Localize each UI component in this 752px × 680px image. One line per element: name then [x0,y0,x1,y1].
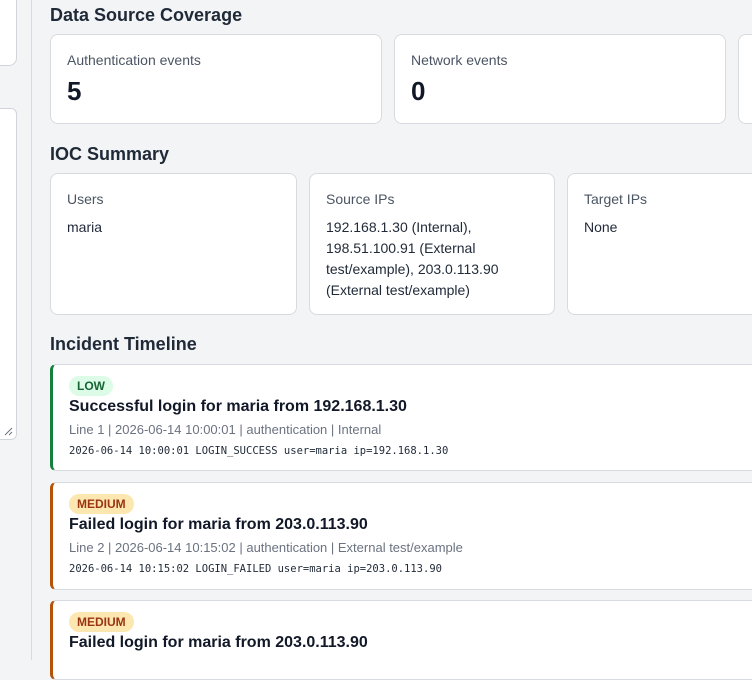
panel-divider [31,0,32,660]
log-input-textarea[interactable] [0,108,17,440]
timeline-event[interactable]: MEDIUM Failed login for maria from 203.0… [50,600,752,680]
ioc-card-label: Source IPs [326,191,395,207]
ioc-heading: IOC Summary [50,144,170,164]
event-raw-log: 2026-06-14 10:00:01 LOGIN_SUCCESS user=m… [69,445,449,457]
coverage-card-value: 0 [411,76,426,106]
event-raw-log: 2026-06-14 10:15:02 LOGIN_FAILED user=ma… [69,563,442,575]
event-title: Failed login for maria from 203.0.113.90 [69,516,368,533]
timeline-event[interactable]: MEDIUM Failed login for maria from 203.0… [50,482,752,590]
timeline-heading: Incident Timeline [50,334,197,354]
severity-badge: LOW [69,376,113,396]
ioc-card-value: None [584,219,618,235]
event-title: Failed login for maria from 203.0.113.90 [69,634,368,651]
coverage-card-partial [738,34,752,124]
resize-grip-icon[interactable] [4,427,13,436]
left-panel-card [0,0,17,66]
ioc-card-value: maria [67,219,103,235]
coverage-card-label: Network events [411,52,508,68]
coverage-heading: Data Source Coverage [50,5,243,25]
ioc-card-label: Users [67,191,104,207]
event-meta: Line 1 | 2026-06-14 10:00:01 | authentic… [69,422,382,437]
coverage-card-label: Authentication events [67,52,201,68]
ioc-card-source-ips: Source IPs 192.168.1.30 (Internal), 198.… [309,173,555,315]
ioc-card-users: Users maria [50,173,297,315]
ioc-card-value: 192.168.1.30 (Internal), 198.51.100.91 (… [326,219,499,298]
coverage-card-value: 5 [67,76,82,106]
coverage-card-network: Network events 0 [394,34,726,124]
severity-badge: MEDIUM [69,612,134,632]
ioc-card-label: Target IPs [584,191,648,207]
timeline-event[interactable]: LOW Successful login for maria from 192.… [50,364,752,471]
ioc-card-target-ips: Target IPs None [567,173,752,315]
event-meta: Line 2 | 2026-06-14 10:15:02 | authentic… [69,540,463,555]
severity-badge: MEDIUM [69,494,134,514]
coverage-card-authentication: Authentication events 5 [50,34,382,124]
event-title: Successful login for maria from 192.168.… [69,398,407,415]
